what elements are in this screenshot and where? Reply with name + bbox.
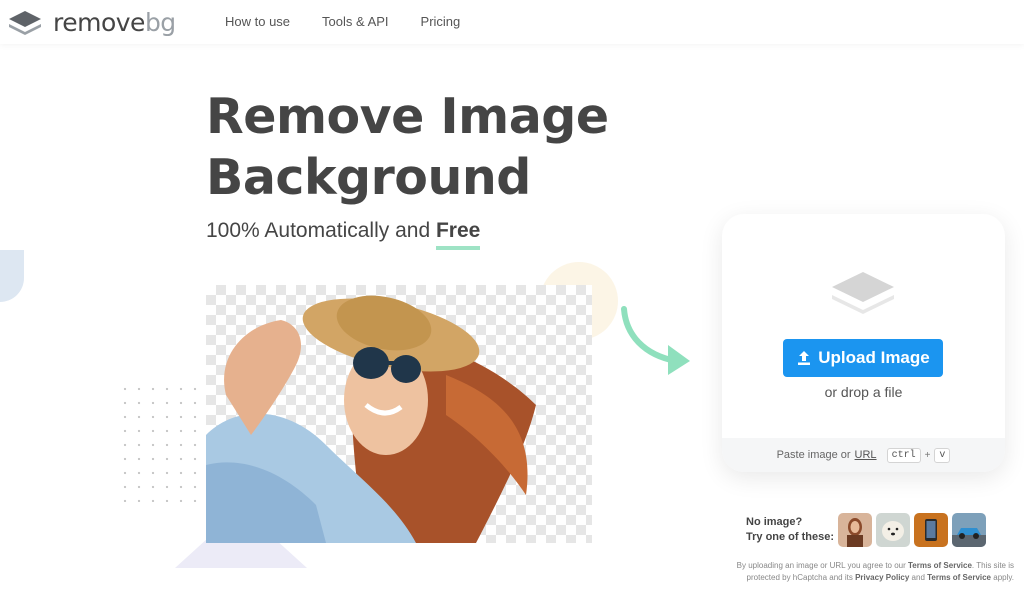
- nav-pricing[interactable]: Pricing: [421, 14, 461, 29]
- legal-notice: By uploading an image or URL you agree t…: [736, 561, 1014, 582]
- free-highlight: Free: [435, 219, 481, 250]
- woman-cutout-illustration: [206, 295, 536, 543]
- decorative-dot-grid: [118, 382, 198, 502]
- terms-link-2[interactable]: Terms of Service: [927, 573, 991, 582]
- brand-wordmark: removebg: [53, 8, 176, 37]
- paste-url-link[interactable]: URL: [855, 449, 877, 461]
- terms-link-1[interactable]: Terms of Service: [908, 561, 972, 570]
- sample-images: [838, 513, 986, 547]
- top-navbar: removebg How to use Tools & API Pricing: [0, 0, 1024, 44]
- title-line-2: Background: [206, 149, 531, 206]
- layers-logo-icon: [9, 10, 41, 35]
- decorative-shape: [0, 250, 24, 302]
- key-ctrl: ctrl: [886, 447, 921, 463]
- paste-bar: Paste image or URL ctrl + v: [722, 438, 1005, 472]
- drop-file-text: or drop a file: [824, 384, 903, 400]
- curved-arrow-icon: [621, 306, 690, 375]
- sample-prompt: No image? Try one of these:: [746, 516, 835, 543]
- sample-dog-thumbnail[interactable]: [876, 513, 910, 547]
- nav-how-to-use[interactable]: How to use: [225, 14, 290, 29]
- nav-tools-api[interactable]: Tools & API: [322, 14, 388, 29]
- sample-car-thumbnail[interactable]: [952, 513, 986, 547]
- example-cutout-image: [206, 285, 592, 543]
- main-nav: How to use Tools & API Pricing: [225, 14, 460, 29]
- upload-image-button[interactable]: Upload Image: [783, 339, 943, 377]
- page-subtitle: 100% Automatically and Free: [206, 219, 481, 250]
- title-line-1: Remove Image: [206, 88, 609, 145]
- upload-icon: [798, 351, 811, 365]
- sample-phone-thumbnail[interactable]: [914, 513, 948, 547]
- page-title: Remove Image Background: [206, 86, 609, 208]
- key-v: v: [934, 447, 951, 463]
- upload-card[interactable]: Upload Image or drop a file Paste image …: [722, 214, 1005, 472]
- layers-stack-icon: [832, 272, 894, 314]
- brand-logo[interactable]: removebg: [7, 8, 176, 37]
- privacy-policy-link[interactable]: Privacy Policy: [855, 573, 909, 582]
- sample-woman-thumbnail[interactable]: [838, 513, 872, 547]
